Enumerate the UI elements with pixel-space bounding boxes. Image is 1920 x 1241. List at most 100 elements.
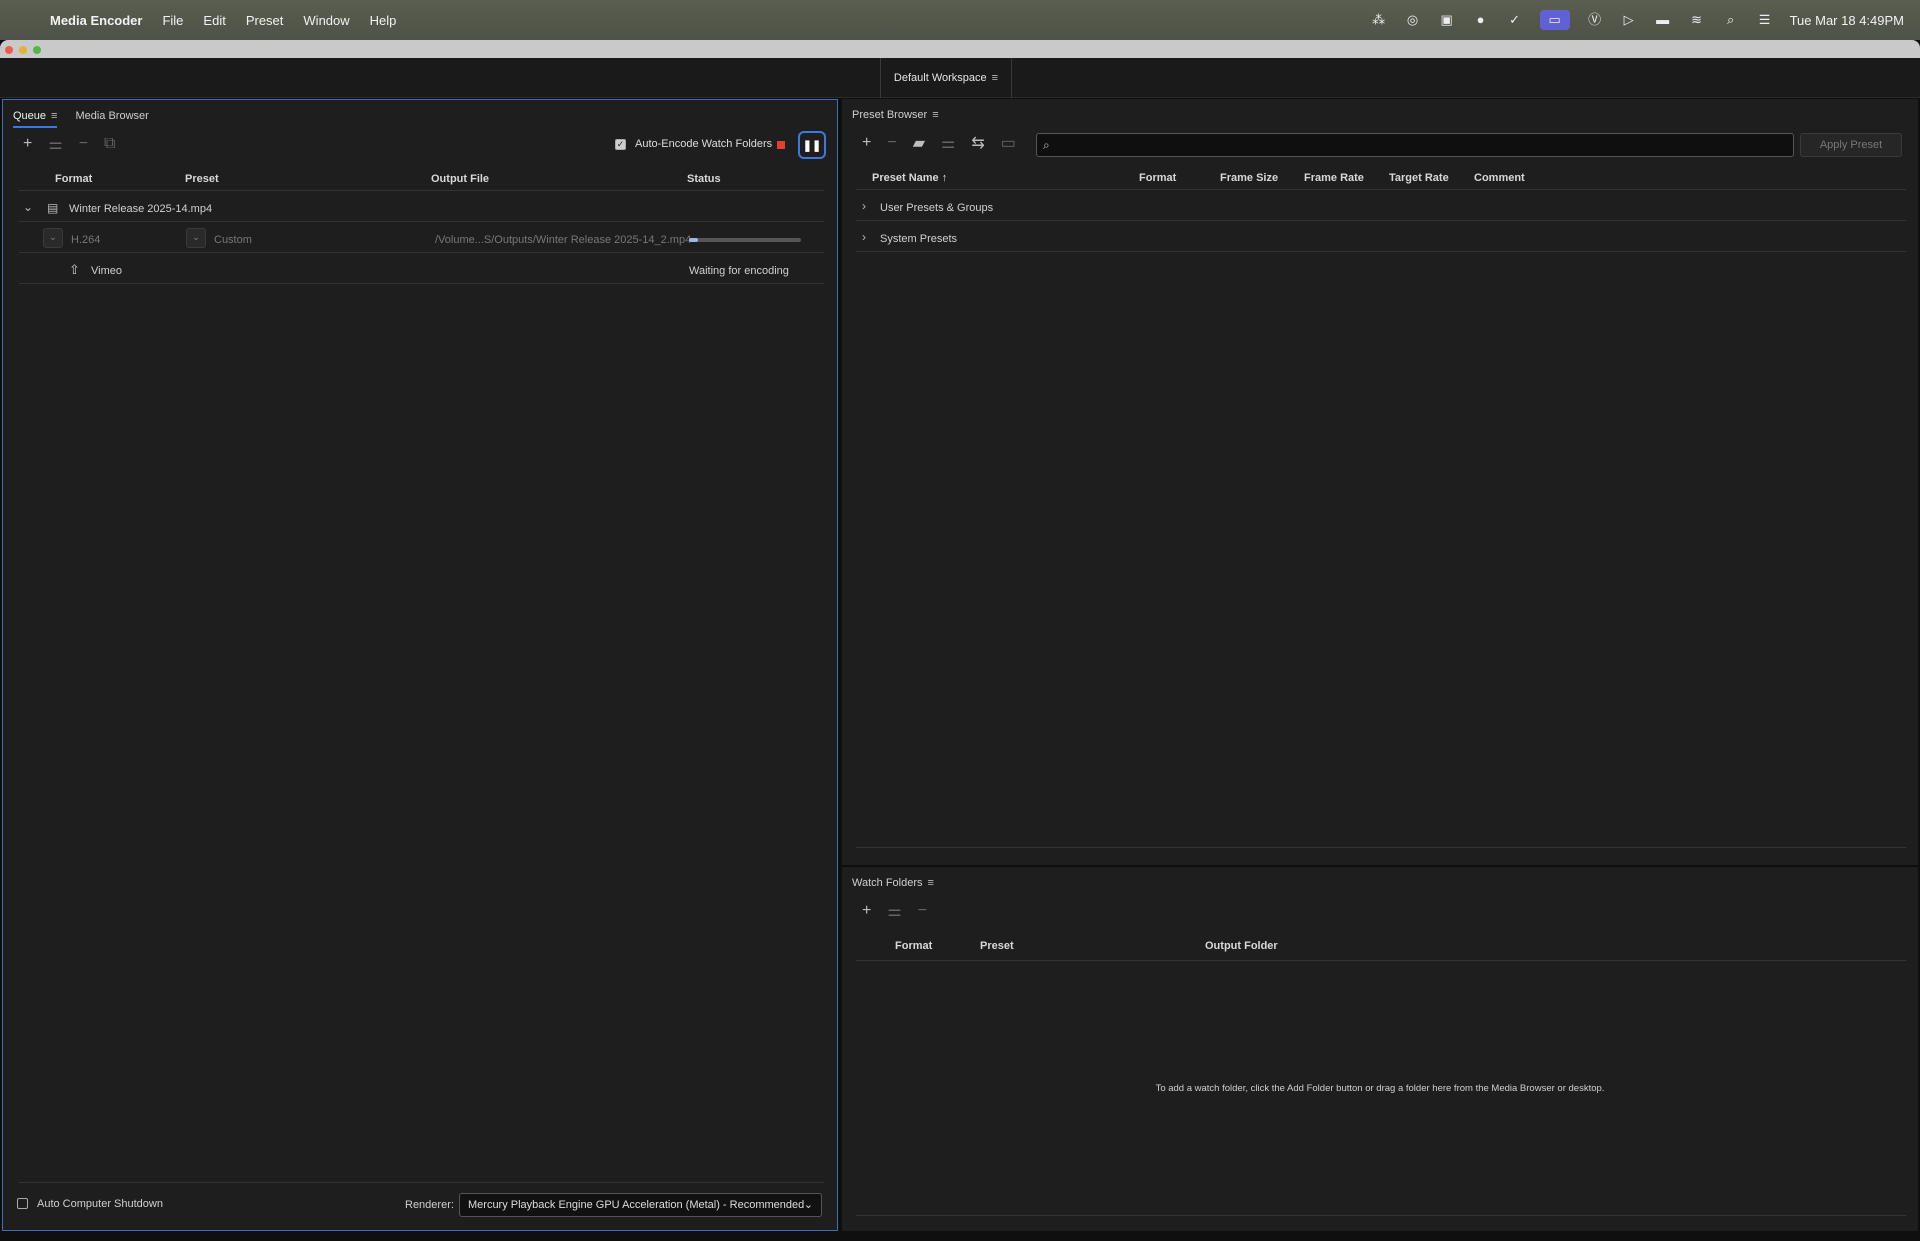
auto-encode-checkbox[interactable]: ✓ bbox=[615, 139, 626, 150]
import-preset-icon[interactable]: ⇆ bbox=[971, 133, 984, 153]
search-icon: ⌕ bbox=[1043, 138, 1050, 152]
preset-settings-icon[interactable]: ⚌ bbox=[941, 133, 955, 153]
column-comment[interactable]: Comment bbox=[1474, 172, 1525, 184]
menu-window[interactable]: Window bbox=[303, 13, 349, 28]
divider bbox=[856, 220, 1906, 221]
apply-preset-button[interactable]: Apply Preset bbox=[1800, 133, 1902, 157]
remove-icon[interactable]: − bbox=[79, 135, 88, 153]
folder-settings-icon[interactable]: ⚌ bbox=[887, 901, 901, 921]
app-menu[interactable]: Media Encoder bbox=[50, 13, 142, 28]
encode-progress-bar bbox=[689, 238, 801, 242]
divider bbox=[856, 847, 1906, 848]
menu-icon[interactable]: ≡ bbox=[928, 877, 934, 889]
auto-shutdown-label: Auto Computer Shutdown bbox=[37, 1198, 163, 1210]
source-file-icon: ▤ bbox=[47, 201, 59, 215]
screen-mirroring-icon[interactable]: ▭ bbox=[1539, 10, 1570, 30]
tab-queue[interactable]: Queue ≡ bbox=[13, 110, 58, 128]
output-preset[interactable]: Custom bbox=[214, 234, 252, 246]
menu-preset[interactable]: Preset bbox=[246, 13, 284, 28]
column-output-file[interactable]: Output File bbox=[431, 173, 489, 185]
tab-media-browser[interactable]: Media Browser bbox=[75, 110, 148, 126]
workspace-label: Default Workspace bbox=[893, 72, 987, 84]
battery-icon[interactable]: ▬ bbox=[1654, 13, 1672, 27]
queue-panel: Queue ≡ Media Browser + ⚌ − ⧉ ✓ Auto-Enco… bbox=[2, 99, 838, 1231]
chevron-down-icon: ⌄ bbox=[803, 1199, 813, 1211]
menu-file[interactable]: File bbox=[162, 13, 183, 28]
output-file-path[interactable]: /Volume...S/Outputs/Winter Release 2025-… bbox=[435, 234, 691, 246]
remove-folder-icon[interactable]: − bbox=[918, 902, 927, 920]
divider bbox=[856, 251, 1906, 252]
dropbox-icon[interactable]: ⁂ bbox=[1370, 13, 1388, 27]
new-group-icon[interactable]: ▰ bbox=[913, 133, 925, 153]
column-format[interactable]: Format bbox=[1139, 172, 1176, 184]
column-target-rate[interactable]: Target Rate bbox=[1389, 172, 1449, 184]
column-output-folder[interactable]: Output Folder bbox=[1205, 940, 1278, 952]
source-file-name[interactable]: Winter Release 2025-14.mp4 bbox=[69, 203, 212, 215]
tab-preset-browser[interactable]: Preset Browser ≡ bbox=[852, 109, 939, 125]
column-status[interactable]: Status bbox=[687, 173, 721, 185]
duplicate-icon[interactable]: ⧉ bbox=[104, 135, 115, 153]
menubar-clock[interactable]: Tue Mar 18 4:49PM bbox=[1790, 13, 1904, 28]
menu-icon[interactable]: ≡ bbox=[932, 109, 938, 121]
pause-queue-button[interactable]: ❚❚ bbox=[798, 131, 826, 159]
watch-folders-empty-message: To add a watch folder, click the Add Fol… bbox=[1155, 1083, 1605, 1094]
creative-cloud-icon[interactable]: ◎ bbox=[1404, 13, 1422, 27]
column-format[interactable]: Format bbox=[895, 940, 932, 952]
sort-ascending-icon: ↑ bbox=[941, 172, 948, 184]
chevron-down-icon[interactable]: ⌄ bbox=[23, 200, 33, 214]
workspace-bar: Default Workspace ≡ bbox=[0, 58, 1920, 98]
export-preset-icon[interactable]: ▭ bbox=[1001, 133, 1016, 153]
menu-edit[interactable]: Edit bbox=[203, 13, 225, 28]
publish-destination[interactable]: Vimeo bbox=[91, 265, 122, 277]
column-preset[interactable]: Preset bbox=[980, 940, 1014, 952]
divider bbox=[19, 221, 824, 222]
divider bbox=[19, 283, 824, 284]
stop-queue-button[interactable] bbox=[777, 141, 785, 149]
app-status-icon[interactable]: ▣ bbox=[1438, 13, 1456, 27]
control-center-icon[interactable]: ☰ bbox=[1756, 13, 1774, 27]
publish-icon: ⇧ bbox=[69, 262, 80, 277]
chevron-right-icon[interactable]: › bbox=[862, 230, 866, 244]
remove-preset-icon[interactable]: − bbox=[887, 134, 896, 152]
notification-app-icon[interactable]: ● bbox=[1472, 13, 1490, 27]
chevron-right-icon[interactable]: › bbox=[862, 199, 866, 213]
add-source-icon[interactable]: + bbox=[23, 135, 32, 153]
divider bbox=[856, 1215, 1906, 1216]
workspace-tab[interactable]: Default Workspace ≡ bbox=[880, 58, 1012, 98]
menu-bar: Media Encoder File Edit Preset Window He… bbox=[0, 0, 1920, 40]
preset-dropdown[interactable]: ⌄ bbox=[186, 228, 206, 248]
menu-icon[interactable]: ≡ bbox=[51, 110, 57, 122]
minimize-window-button[interactable] bbox=[19, 46, 27, 54]
wifi-icon[interactable]: ≋ bbox=[1688, 13, 1706, 27]
column-preset[interactable]: Preset bbox=[185, 173, 219, 185]
auto-shutdown-checkbox[interactable] bbox=[17, 1198, 28, 1209]
auto-encode-label: Auto-Encode Watch Folders bbox=[635, 138, 773, 150]
vpn-icon[interactable]: Ⓥ bbox=[1586, 13, 1604, 27]
column-frame-rate[interactable]: Frame Rate bbox=[1304, 172, 1364, 184]
preset-group-user[interactable]: User Presets & Groups bbox=[880, 202, 993, 214]
renderer-select[interactable]: Mercury Playback Engine GPU Acceleration… bbox=[459, 1193, 822, 1217]
menu-icon[interactable]: ≡ bbox=[992, 72, 998, 84]
publish-status: Waiting for encoding bbox=[689, 265, 789, 277]
preset-search-input[interactable]: ⌕ bbox=[1036, 133, 1794, 157]
settings-icon[interactable]: ⚌ bbox=[48, 134, 62, 154]
window-titlebar bbox=[0, 40, 1920, 58]
divider bbox=[19, 252, 824, 253]
tab-watch-folders[interactable]: Watch Folders ≡ bbox=[852, 877, 934, 893]
menu-help[interactable]: Help bbox=[370, 13, 397, 28]
preset-group-system[interactable]: System Presets bbox=[880, 233, 957, 245]
column-preset-name[interactable]: Preset Name ↑ bbox=[872, 172, 947, 184]
column-format[interactable]: Format bbox=[55, 173, 92, 185]
close-window-button[interactable] bbox=[5, 46, 13, 54]
divider bbox=[19, 190, 824, 191]
spotlight-search-icon[interactable]: ⌕ bbox=[1722, 13, 1740, 27]
new-preset-icon[interactable]: + bbox=[862, 134, 871, 152]
play-icon[interactable]: ▷ bbox=[1620, 13, 1638, 27]
add-folder-icon[interactable]: + bbox=[862, 902, 871, 920]
output-format[interactable]: H.264 bbox=[71, 234, 100, 246]
zoom-window-button[interactable] bbox=[33, 46, 41, 54]
divider bbox=[856, 960, 1906, 961]
format-dropdown[interactable]: ⌄ bbox=[43, 228, 63, 248]
column-frame-size[interactable]: Frame Size bbox=[1220, 172, 1278, 184]
check-icon[interactable]: ✓ bbox=[1506, 13, 1524, 27]
